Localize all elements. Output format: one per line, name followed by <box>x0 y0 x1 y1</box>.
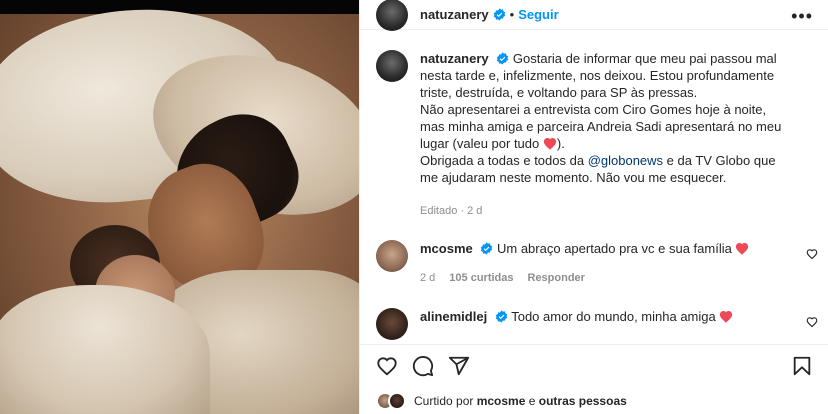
comment-text: mcosme Um abraço apertado pra vc e sua f… <box>420 240 749 257</box>
liked-by-prefix: Curtido por <box>414 394 477 408</box>
heart-emoji-icon <box>543 138 556 150</box>
liker-avatar[interactable] <box>388 392 406 410</box>
comment-item: alinemidlej Todo amor do mundo, minha am… <box>376 308 816 340</box>
liked-by-middle: e <box>525 394 539 408</box>
verified-badge-icon <box>495 310 508 323</box>
post-photo[interactable] <box>0 0 359 414</box>
follow-button[interactable]: Seguir <box>518 7 558 22</box>
bookmark-icon[interactable] <box>791 355 813 377</box>
verified-badge-icon <box>493 8 505 21</box>
post-sidebar: natuzanery • Seguir ••• natuzanery Gosta… <box>359 0 828 414</box>
liked-by: Curtido por mcosme e outras pessoas <box>376 392 627 410</box>
header-dot: • <box>509 7 515 22</box>
caption-text: natuzanery Gostaria de informar que meu … <box>420 50 790 186</box>
reply-button[interactable]: Responder <box>528 272 585 284</box>
caption-paragraph-2-end: ). <box>556 136 565 151</box>
comment-like-icon[interactable] <box>806 248 818 260</box>
comment-avatar[interactable] <box>376 308 408 340</box>
comment-text: alinemidlej Todo amor do mundo, minha am… <box>420 308 733 325</box>
caption-paragraph-2: Não apresentarei a entrevista com Ciro G… <box>420 102 782 151</box>
comment-age: 2 d <box>420 272 436 284</box>
comment-item: mcosme Um abraço apertado pra vc e sua f… <box>376 240 816 272</box>
caption-paragraph-3a: Obrigada a todas e todos da <box>420 153 588 168</box>
liked-by-others[interactable]: outras pessoas <box>539 394 627 408</box>
instagram-post: natuzanery • Seguir ••• natuzanery Gosta… <box>0 0 828 414</box>
heart-icon[interactable] <box>376 355 398 377</box>
comment-avatar[interactable] <box>376 240 408 272</box>
comment-like-icon[interactable] <box>806 316 818 328</box>
share-icon[interactable] <box>448 355 470 377</box>
caption-avatar[interactable] <box>376 50 408 82</box>
verified-badge-icon <box>497 52 509 65</box>
comment-icon[interactable] <box>412 355 434 377</box>
comment-body: Todo amor do mundo, minha amiga <box>511 309 716 324</box>
more-options-icon[interactable]: ••• <box>791 6 813 27</box>
author-avatar[interactable] <box>376 0 408 31</box>
comment-username[interactable]: alinemidlej <box>420 309 487 324</box>
liked-by-user[interactable]: mcosme <box>477 394 526 408</box>
heart-emoji-icon <box>736 243 749 255</box>
post-header: natuzanery • Seguir ••• <box>360 0 828 31</box>
comment-likes[interactable]: 105 curtidas <box>449 272 513 284</box>
post-actions-bar <box>360 344 828 384</box>
caption-username[interactable]: natuzanery <box>420 51 489 66</box>
verified-badge-icon <box>481 242 493 255</box>
heart-emoji-icon <box>720 311 733 323</box>
comment-body: Um abraço apertado pra vc e sua família <box>497 241 732 256</box>
caption-meta: Editado · 2 d <box>420 205 483 217</box>
caption: natuzanery Gostaria de informar que meu … <box>376 50 816 186</box>
mention-globonews[interactable]: @globonews <box>588 153 663 168</box>
comment-username[interactable]: mcosme <box>420 241 473 256</box>
author-username[interactable]: natuzanery <box>420 7 489 22</box>
comment-meta: 2 d 105 curtidas Responder <box>420 272 585 284</box>
liked-by-text: Curtido por mcosme e outras pessoas <box>414 394 627 408</box>
